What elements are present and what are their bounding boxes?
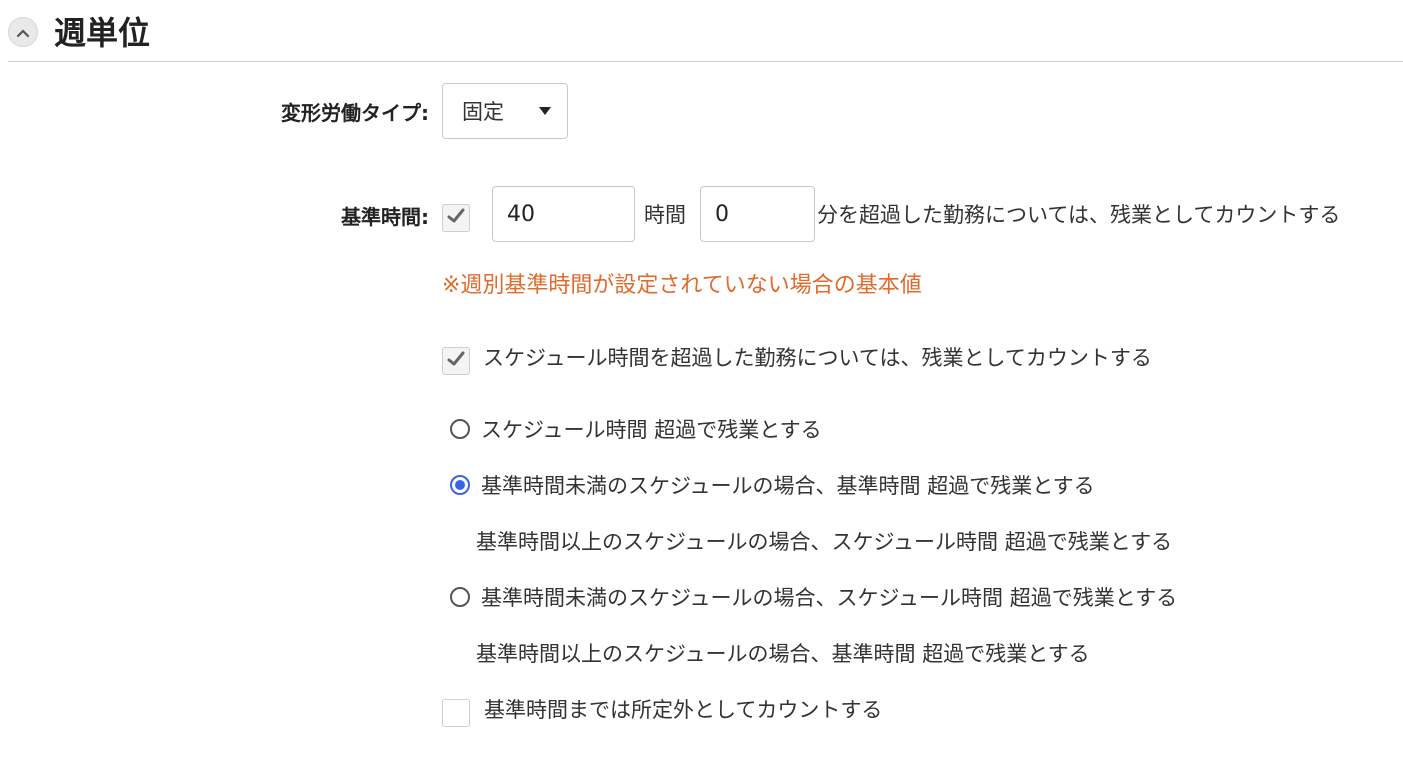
chevron-up-icon — [16, 23, 30, 42]
base-time-suffix: 分を超過した勤務については、残業としてカウントする — [817, 203, 1341, 227]
section-divider — [8, 61, 1403, 62]
overtime-option-2-radio[interactable] — [450, 475, 470, 495]
collapse-button[interactable] — [8, 17, 38, 47]
schedule-overtime-label: スケジュール時間を超過した勤務については、残業としてカウントする — [483, 346, 1152, 370]
overtime-option-2-sublabel: 基準時間以上のスケジュールの場合、スケジュール時間 超過で残業とする — [476, 530, 1173, 554]
variable-work-type-value: 固定 — [462, 100, 504, 124]
overtime-option-3-label: 基準時間未満のスケジュールの場合、スケジュール時間 超過で残業とする — [481, 586, 1178, 610]
section-header: 週単位 — [0, 0, 1403, 62]
checkmark-icon — [447, 351, 465, 371]
base-hours-input[interactable] — [492, 186, 635, 242]
variable-work-type-select[interactable]: 固定 — [442, 83, 568, 139]
base-time-note: ※週別基準時間が設定されていない場合の基本値 — [442, 273, 922, 298]
caret-down-icon — [539, 107, 551, 115]
overtime-option-3-radio[interactable] — [450, 587, 470, 607]
checkmark-icon — [447, 208, 465, 228]
overtime-option-1-radio[interactable] — [450, 419, 470, 439]
radio-selected-dot — [455, 480, 465, 490]
hours-unit-label: 時間 — [644, 203, 686, 227]
non-scheduled-label: 基準時間までは所定外としてカウントする — [484, 698, 883, 722]
base-minutes-input[interactable] — [700, 186, 815, 242]
schedule-overtime-checkbox[interactable] — [442, 347, 470, 375]
overtime-option-3-sublabel: 基準時間以上のスケジュールの場合、基準時間 超過で残業とする — [476, 642, 1090, 666]
overtime-option-2-label: 基準時間未満のスケジュールの場合、基準時間 超過で残業とする — [481, 474, 1095, 498]
base-time-checkbox[interactable] — [442, 204, 470, 232]
variable-work-type-label: 変形労働タイプ: — [281, 101, 429, 125]
overtime-option-1-label: スケジュール時間 超過で残業とする — [481, 418, 822, 442]
base-time-label: 基準時間: — [341, 205, 429, 229]
non-scheduled-checkbox[interactable] — [442, 699, 470, 727]
section-title: 週単位 — [54, 14, 151, 52]
